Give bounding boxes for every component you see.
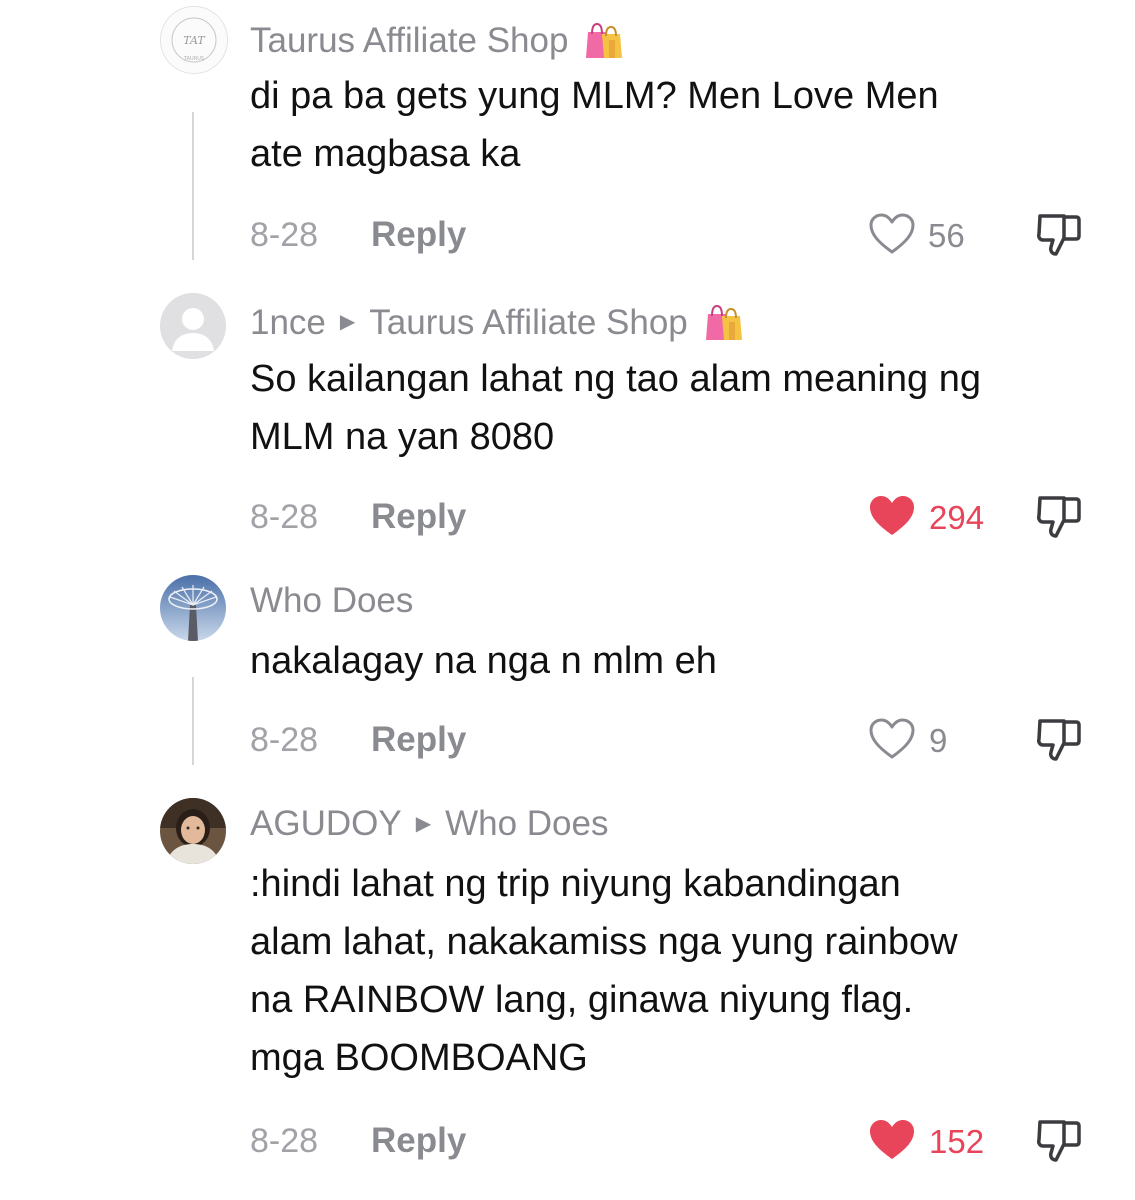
- username[interactable]: 1nce: [250, 305, 326, 340]
- comment-header: Taurus Affiliate Shop: [250, 18, 626, 62]
- shopping-bags-icon: [582, 18, 626, 62]
- comment-line: MLM na yan 8080: [250, 416, 555, 458]
- comment-text: So kailangan lahat ng tao alam meaning n…: [250, 350, 1120, 466]
- comment-text: nakalagay na nga n mlm eh: [250, 632, 1120, 690]
- reply-button[interactable]: Reply: [371, 217, 466, 252]
- comment-date: 8-28: [250, 216, 319, 254]
- thumbs-down-icon[interactable]: [1034, 1116, 1084, 1164]
- thumbs-down-icon[interactable]: [1034, 210, 1084, 258]
- comment-line: nakalagay na nga n mlm eh: [250, 640, 717, 682]
- comment-text: :hindi lahat ng trip niyung kabandingan …: [250, 855, 1120, 1087]
- username[interactable]: Taurus Affiliate Shop: [250, 23, 568, 58]
- comment-header: 1nce ▶ Taurus Affiliate Shop: [250, 300, 746, 344]
- reply-arrow-icon: ▶: [339, 311, 356, 333]
- username[interactable]: AGUDOY: [250, 806, 402, 841]
- avatar-taurus-logo-icon[interactable]: TAT TAURUS: [160, 6, 228, 74]
- comment-line: alam lahat, nakakamiss nga yung rainbow: [250, 921, 958, 963]
- comment-date: 8-28: [250, 498, 319, 536]
- thread-line: [192, 112, 194, 260]
- heart-filled-icon[interactable]: [868, 1118, 916, 1162]
- comment-line: na RAINBOW lang, ginawa niyung flag.: [250, 979, 914, 1021]
- avatar-person-photo-avatar[interactable]: [160, 798, 226, 864]
- shopping-bags-icon: [702, 300, 746, 344]
- like-count: 152: [929, 1123, 985, 1160]
- username[interactable]: Who Does: [250, 583, 413, 618]
- comment-date: 8-28: [250, 721, 319, 759]
- reply-arrow-icon: ▶: [415, 812, 432, 835]
- comment-line: di pa ba gets yung MLM? Men Love Men: [250, 75, 939, 117]
- svg-text:TAT: TAT: [183, 34, 206, 47]
- comment-header: Who Does: [250, 583, 413, 618]
- comment-date: 8-28: [250, 1122, 319, 1160]
- heart-outline-icon[interactable]: [868, 717, 916, 761]
- thumbs-down-icon[interactable]: [1034, 715, 1084, 763]
- heart-filled-icon[interactable]: [868, 494, 916, 538]
- avatar-tree-photo-avatar[interactable]: [160, 575, 226, 641]
- reply-button[interactable]: Reply: [371, 722, 466, 757]
- comment-line: mga BOOMBOANG: [250, 1037, 588, 1079]
- svg-text:TAURUS: TAURUS: [183, 56, 204, 62]
- thumbs-down-icon[interactable]: [1034, 492, 1084, 540]
- comment-line: :hindi lahat ng trip niyung kabandingan: [250, 863, 901, 905]
- heart-outline-icon[interactable]: [868, 212, 916, 256]
- comment-text: di pa ba gets yung MLM? Men Love Men ate…: [250, 67, 1120, 183]
- avatar-default-avatar-icon[interactable]: [160, 293, 226, 359]
- reply-button[interactable]: Reply: [371, 499, 466, 534]
- comment-line: ate magbasa ka: [250, 133, 521, 175]
- like-count: 56: [928, 217, 965, 254]
- thread-line: [192, 677, 194, 765]
- reply-to-username[interactable]: Who Does: [445, 806, 608, 841]
- comment-line: So kailangan lahat ng tao alam meaning n…: [250, 358, 981, 400]
- comment-header: AGUDOY ▶ Who Does: [250, 806, 609, 841]
- reply-to-username[interactable]: Taurus Affiliate Shop: [369, 305, 687, 340]
- reply-button[interactable]: Reply: [371, 1123, 466, 1158]
- like-count: 9: [929, 722, 948, 759]
- like-count: 294: [929, 499, 985, 536]
